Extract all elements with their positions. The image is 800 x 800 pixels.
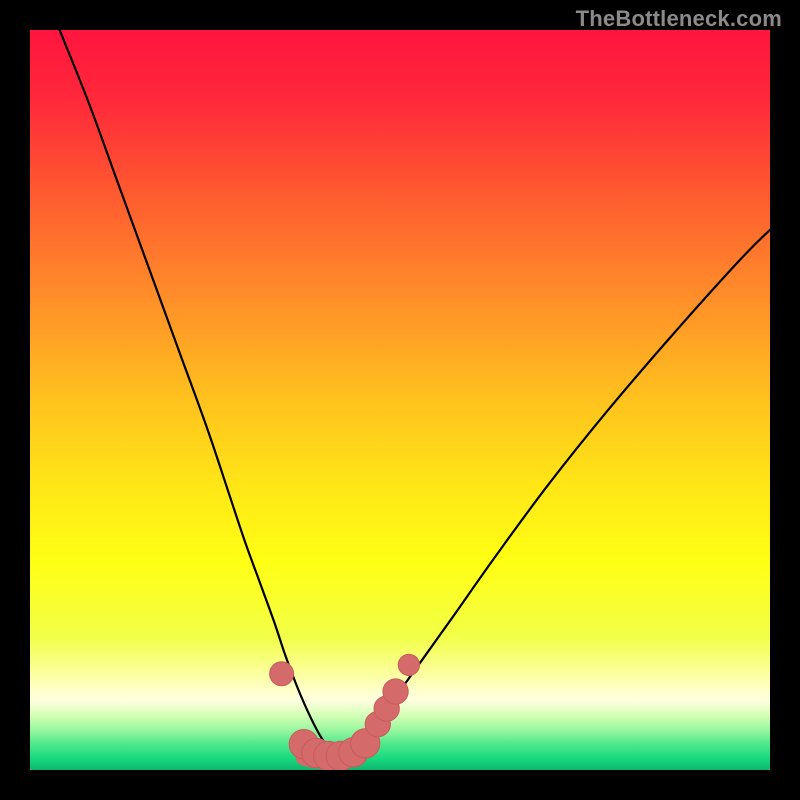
data-marker bbox=[270, 662, 294, 686]
plot-area bbox=[30, 30, 770, 770]
v-curve bbox=[60, 30, 770, 759]
data-marker bbox=[383, 679, 408, 704]
data-marker bbox=[398, 654, 419, 675]
outer-frame: TheBottleneck.com bbox=[0, 0, 800, 800]
watermark-text: TheBottleneck.com bbox=[576, 6, 782, 32]
chart-curves bbox=[30, 30, 770, 770]
